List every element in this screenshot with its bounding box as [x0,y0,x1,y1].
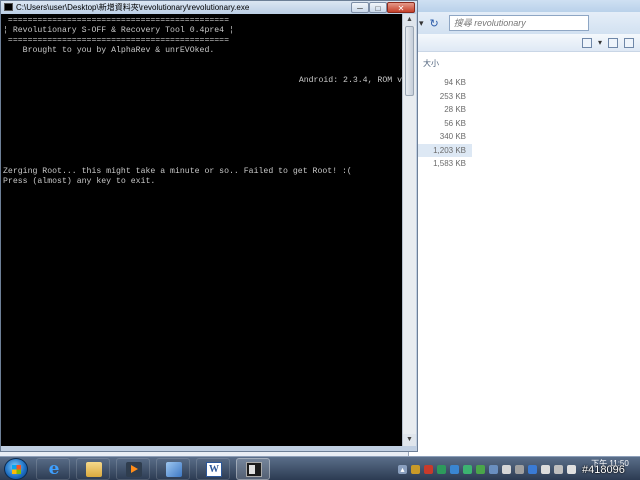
tray-app-icon[interactable] [502,464,511,474]
banner-border-bottom: ========================================… [3,36,230,45]
explorer-window: ▾ ↻ 搜尋 revolutionary ▾ 大小 [408,0,640,456]
tray-app-icon[interactable] [450,464,459,474]
tray-app-icon[interactable] [411,464,420,474]
network-icon[interactable] [554,464,563,474]
tray-app-icon[interactable] [476,464,485,474]
chevron-down-icon[interactable]: ▾ [419,18,424,29]
android-version-line: Android: 2.3.4, ROM v [298,76,402,85]
list-item[interactable]: 340 KB [416,130,472,143]
taskbar-internet-explorer[interactable]: e [36,458,70,480]
tray-app-icon[interactable] [424,464,433,474]
word-document-icon [206,462,222,477]
system-tray: ▴ [398,461,576,477]
console-app-icon[interactable] [4,3,13,11]
list-item[interactable]: 253 KB [416,90,472,103]
console-output[interactable]: ========================================… [1,14,402,446]
taskbar-console[interactable] [236,458,270,480]
show-hidden-icons-icon[interactable]: ▴ [398,464,407,474]
media-player-icon [126,462,142,477]
tools-icon [166,462,182,477]
taskbar-media-player[interactable] [116,458,150,480]
view-options-icon[interactable] [581,37,592,48]
console-titlebar[interactable]: C:\Users\user\Desktop\新增資料夾\revolutionar… [1,1,417,14]
list-item[interactable]: 56 KB [416,117,472,130]
close-button[interactable]: ✕ [387,2,415,13]
list-item[interactable]: 28 KB [416,103,472,116]
vertical-scrollbar[interactable]: ▲ ▼ [402,14,416,446]
list-item[interactable]: 94 KB [416,76,472,89]
banner-border-top: ========================================… [3,16,230,25]
console-icon [246,462,262,477]
exit-prompt-line: Press (almost) any key to exit. [3,177,156,186]
tray-app-icon[interactable] [489,464,498,474]
credits-line: Brought to you by AlphaRev & unrEVOked. [3,46,215,55]
folder-icon [86,462,102,477]
console-window: C:\Users\user\Desktop\新增資料夾\revolutionar… [0,0,418,452]
list-item-selected[interactable]: 1,203 KB [416,143,472,157]
start-button[interactable] [4,458,28,480]
search-input[interactable]: 搜尋 revolutionary [448,15,589,31]
scroll-up-icon[interactable]: ▲ [403,14,416,26]
maximize-button[interactable]: □ [369,2,387,13]
explorer-toolbar: ▾ [409,34,640,52]
tray-app-icon[interactable] [437,464,446,474]
explorer-address-bar: ▾ ↻ 搜尋 revolutionary [409,12,640,34]
taskbar-file-explorer[interactable] [76,458,110,480]
internet-explorer-icon: e [48,459,60,479]
scrollbar-thumb[interactable] [405,26,414,96]
tray-app-icon[interactable] [463,464,472,474]
minimize-button[interactable]: ─ [351,2,369,13]
explorer-titlebar[interactable] [409,0,640,12]
taskbar-tools[interactable] [156,458,190,480]
file-size-list: 94 KB 253 KB 28 KB 56 KB 340 KB 1,203 KB… [416,76,472,171]
help-icon[interactable] [624,37,634,48]
size-column-header[interactable]: 大小 [423,58,439,69]
taskbar-word[interactable] [196,458,230,480]
scroll-down-icon[interactable]: ▼ [403,434,416,446]
preview-pane-icon[interactable] [608,37,618,48]
action-center-icon[interactable] [567,464,576,474]
volume-icon[interactable] [541,464,550,474]
taskbar: e ▴ 下午 11:50 [0,456,640,480]
banner-title: ¦ Revolutionary S-OFF & Recovery Tool 0.… [3,26,234,35]
list-item[interactable]: 1,583 KB [416,157,472,170]
error-message-line: Zerging Root... this might take a minute… [3,167,352,176]
tray-app-icon[interactable] [528,464,537,474]
window-title: C:\Users\user\Desktop\新增資料夾\revolutionar… [16,3,250,12]
view-dropdown-icon[interactable]: ▾ [598,38,602,47]
tray-app-icon[interactable] [515,464,524,474]
watermark: #418096 [582,464,625,476]
refresh-icon[interactable]: ↻ [430,17,439,30]
